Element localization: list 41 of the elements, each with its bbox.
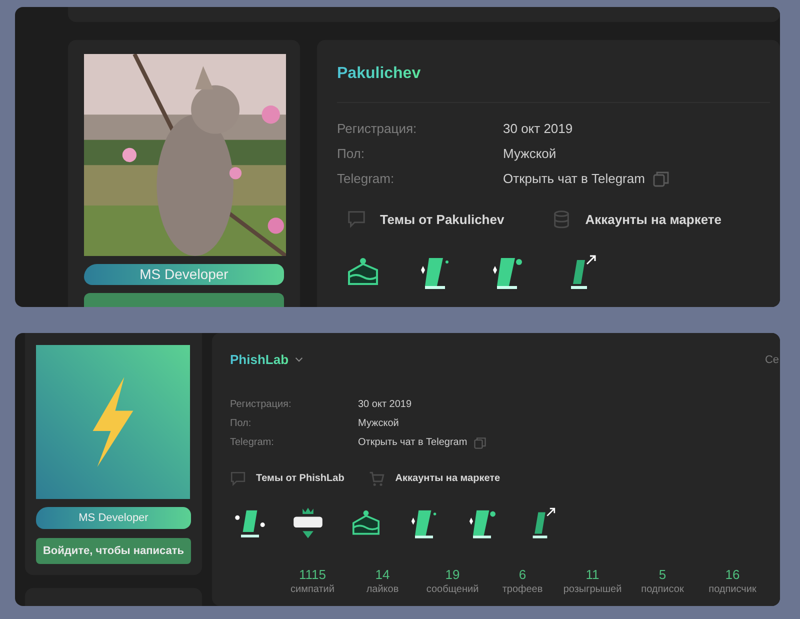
stat-value: 14 xyxy=(375,566,390,582)
stat-label: подписок xyxy=(641,582,684,596)
stat-value: 19 xyxy=(445,566,460,582)
stat-value: 1115 xyxy=(299,566,326,582)
chevron-down-icon[interactable] xyxy=(294,357,303,362)
stat-value: 6 xyxy=(518,566,526,582)
info-label: Пол: xyxy=(230,417,252,431)
stat-label: трофеев xyxy=(502,582,543,596)
info-value: Мужской xyxy=(358,417,399,431)
stat-value: 11 xyxy=(586,566,600,582)
info-label: Telegram: xyxy=(337,170,396,188)
profile-link[interactable]: Аккаунты на маркете xyxy=(395,471,500,486)
role-badge: MS Developer xyxy=(84,264,284,285)
info-label: Пол: xyxy=(337,144,366,163)
lightning-icon xyxy=(90,377,136,467)
info-value: Мужской xyxy=(503,144,556,163)
info-value: 30 окт 2019 xyxy=(503,120,573,138)
profile-link[interactable]: Аккаунты на маркете xyxy=(585,210,722,230)
database-icon xyxy=(552,210,572,230)
write-message-button[interactable]: Войдите, чтобы написать xyxy=(36,538,191,564)
stat-value: 5 xyxy=(658,566,666,582)
stat-label: розыгрышей xyxy=(563,582,622,596)
copy-icon[interactable] xyxy=(474,436,486,448)
stat-value: 16 xyxy=(725,566,740,582)
cart-icon xyxy=(369,470,386,486)
stat-label: лайков xyxy=(366,582,399,596)
profile-link[interactable]: Темы от Pakulichev xyxy=(380,210,504,230)
chat-bubble-icon xyxy=(230,470,246,486)
stat-label: симпатий xyxy=(290,582,334,596)
stat-label: подписчик xyxy=(708,582,756,596)
copy-icon[interactable] xyxy=(652,170,669,186)
info-value: 30 окт 2019 xyxy=(358,398,412,412)
stat-label: сообщений xyxy=(426,582,479,596)
info-label: Регистрация: xyxy=(337,120,418,138)
role-badge: MS Developer xyxy=(36,507,191,529)
profile-link[interactable]: Темы от PhishLab xyxy=(256,471,344,486)
info-label: Telegram: xyxy=(230,436,275,450)
info-value: Открыть чат в Telegram xyxy=(503,170,645,188)
chat-bubble-icon xyxy=(347,210,366,230)
info-label: Регистрация: xyxy=(230,398,292,412)
info-value: Открыть чат в Telegram xyxy=(358,436,468,450)
